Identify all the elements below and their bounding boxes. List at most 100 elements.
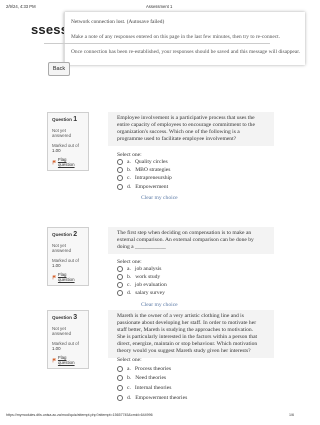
option-letter: d. bbox=[127, 290, 132, 296]
alert-line-2: Make a note of any responses entered on … bbox=[71, 34, 280, 40]
flag-question-label: Flag question bbox=[57, 272, 75, 282]
print-title: Assessment 1 bbox=[146, 4, 173, 9]
select-one-label: Select one: bbox=[117, 357, 142, 363]
option-text: job analysis bbox=[134, 266, 162, 272]
radio-button[interactable] bbox=[117, 366, 123, 372]
question-text-line: The first step when deciding on compensa… bbox=[117, 230, 252, 236]
answer-option[interactable]: c. job evaluation bbox=[117, 282, 167, 288]
question-text-line: doing a ___________ bbox=[117, 244, 166, 250]
option-letter: b. bbox=[127, 167, 132, 173]
answer-option[interactable]: c. Intrapreneurship bbox=[117, 175, 172, 181]
option-text: Empowerment theories bbox=[135, 395, 188, 401]
radio-button[interactable] bbox=[117, 375, 123, 381]
option-text: salary survey bbox=[135, 290, 165, 296]
print-footer: https://mymodules.dtls.unisa.ac.za/mod/q… bbox=[6, 413, 294, 419]
option-letter: b. bbox=[127, 274, 132, 280]
print-datetime: 2/9/24, 4:33 PM bbox=[6, 4, 36, 9]
option-text: Intrapreneurship bbox=[134, 175, 172, 181]
option-text: Process theories bbox=[134, 366, 172, 372]
question-number: 2 bbox=[73, 231, 78, 238]
flag-question-label: Flag question bbox=[57, 157, 75, 167]
radio-button[interactable] bbox=[117, 175, 123, 181]
alert-line-3: Once connection has been re-established,… bbox=[71, 49, 301, 55]
option-text: work study bbox=[135, 274, 161, 280]
marks-value: 1.00 bbox=[52, 346, 61, 351]
flag-question-link[interactable]: Flag question bbox=[52, 272, 84, 282]
answer-option[interactable]: d. salary survey bbox=[117, 290, 165, 296]
question-text-line: direct, energize, maintain or stop behav… bbox=[117, 341, 258, 347]
question-text-line: Employee involvement is a participative … bbox=[117, 115, 255, 121]
radio-button[interactable] bbox=[117, 395, 123, 401]
option-text: Quality circles bbox=[134, 159, 168, 165]
radio-button[interactable] bbox=[117, 290, 123, 296]
option-letter: a. bbox=[127, 159, 131, 165]
question-text-line: organization's success. Which one of the… bbox=[117, 129, 240, 135]
question-text: Employee involvement is a participative … bbox=[108, 112, 274, 146]
question-label: Question bbox=[52, 232, 72, 237]
question-text-line: passionate about developing her staff. I… bbox=[117, 320, 257, 326]
flag-question-link[interactable]: Flag question bbox=[52, 355, 84, 365]
question-status: Not yet answered bbox=[52, 128, 72, 138]
select-one-label: Select one: bbox=[117, 152, 142, 158]
connection-alert: Network connection lost. (Autosave faile… bbox=[64, 12, 305, 65]
question-label: Question bbox=[52, 117, 72, 122]
alert-line-1: Network connection lost. (Autosave faile… bbox=[71, 19, 165, 25]
question-label: Question bbox=[52, 315, 72, 320]
radio-button[interactable] bbox=[117, 282, 123, 288]
option-text: Internal theories bbox=[134, 385, 172, 391]
answer-option[interactable]: b. work study bbox=[117, 274, 160, 280]
option-letter: d. bbox=[127, 395, 132, 401]
clear-choice-link[interactable]: Clear my choice bbox=[141, 195, 178, 201]
radio-button[interactable] bbox=[117, 184, 123, 190]
answer-option[interactable]: c. Internal theories bbox=[117, 385, 171, 391]
radio-button[interactable] bbox=[117, 274, 123, 280]
answer-option[interactable]: b. MBO strategies bbox=[117, 167, 170, 173]
radio-button[interactable] bbox=[117, 167, 123, 173]
radio-button[interactable] bbox=[117, 266, 123, 272]
option-text: job evaluation bbox=[134, 282, 167, 288]
question-text-line: staff better, Mareth is studying the app… bbox=[117, 327, 254, 333]
answer-option[interactable]: b. Need theories bbox=[117, 375, 166, 381]
question-text-line: external comparison. An external compari… bbox=[117, 237, 254, 243]
select-one-label: Select one: bbox=[117, 259, 142, 265]
flag-icon bbox=[52, 275, 56, 279]
print-header: 2/9/24, 4:33 PM Assessment 1 bbox=[6, 4, 294, 12]
option-letter: c. bbox=[127, 282, 131, 288]
answer-option[interactable]: a. Quality circles bbox=[117, 159, 168, 165]
flag-icon bbox=[52, 358, 56, 362]
radio-button[interactable] bbox=[117, 159, 123, 165]
question-info: Question 2 Not yet answered Marked out o… bbox=[47, 227, 89, 286]
answer-option[interactable]: d. Empowerment bbox=[117, 184, 168, 190]
question-text-line: Mareth is the owner of a very artistic c… bbox=[117, 313, 244, 319]
question-status: Not yet answered bbox=[52, 243, 72, 253]
option-letter: b. bbox=[127, 375, 132, 381]
question-text-line: programme used to facilitate employee in… bbox=[117, 136, 237, 142]
question-text-line: theory would you suggest Mareth study gi… bbox=[117, 348, 251, 354]
option-text: Empowerment bbox=[135, 184, 169, 190]
option-text: Need theories bbox=[135, 375, 167, 381]
answer-option[interactable]: a. Process theories bbox=[117, 366, 171, 372]
answer-option[interactable]: d. Empowerment theories bbox=[117, 395, 187, 401]
option-letter: a. bbox=[127, 266, 131, 272]
marks-value: 1.00 bbox=[52, 148, 61, 153]
option-letter: d. bbox=[127, 184, 132, 190]
option-letter: a. bbox=[127, 366, 131, 372]
answer-option[interactable]: a. job analysis bbox=[117, 266, 161, 272]
question-text-line: She is particularly interested in the fa… bbox=[117, 334, 258, 340]
option-letter: c. bbox=[127, 385, 131, 391]
clear-choice-link[interactable]: Clear my choice bbox=[141, 302, 178, 308]
flag-question-link[interactable]: Flag question bbox=[52, 157, 84, 167]
question-status: Not yet answered bbox=[52, 326, 72, 336]
marks-value: 1.00 bbox=[52, 263, 61, 268]
back-button[interactable]: Back bbox=[48, 62, 70, 76]
question-text-line: entire capacity of employees to encourag… bbox=[117, 122, 255, 128]
flag-icon bbox=[52, 160, 56, 164]
page-url: https://mymodules.dtls.unisa.ac.za/mod/q… bbox=[6, 413, 153, 417]
radio-button[interactable] bbox=[117, 385, 123, 391]
question-text: Mareth is the owner of a very artistic c… bbox=[108, 310, 274, 358]
option-letter: c. bbox=[127, 175, 131, 181]
page-number: 1/6 bbox=[289, 413, 294, 417]
question-number: 3 bbox=[73, 314, 78, 321]
header-divider bbox=[44, 43, 270, 44]
question-text: The first step when deciding on compensa… bbox=[108, 227, 274, 254]
